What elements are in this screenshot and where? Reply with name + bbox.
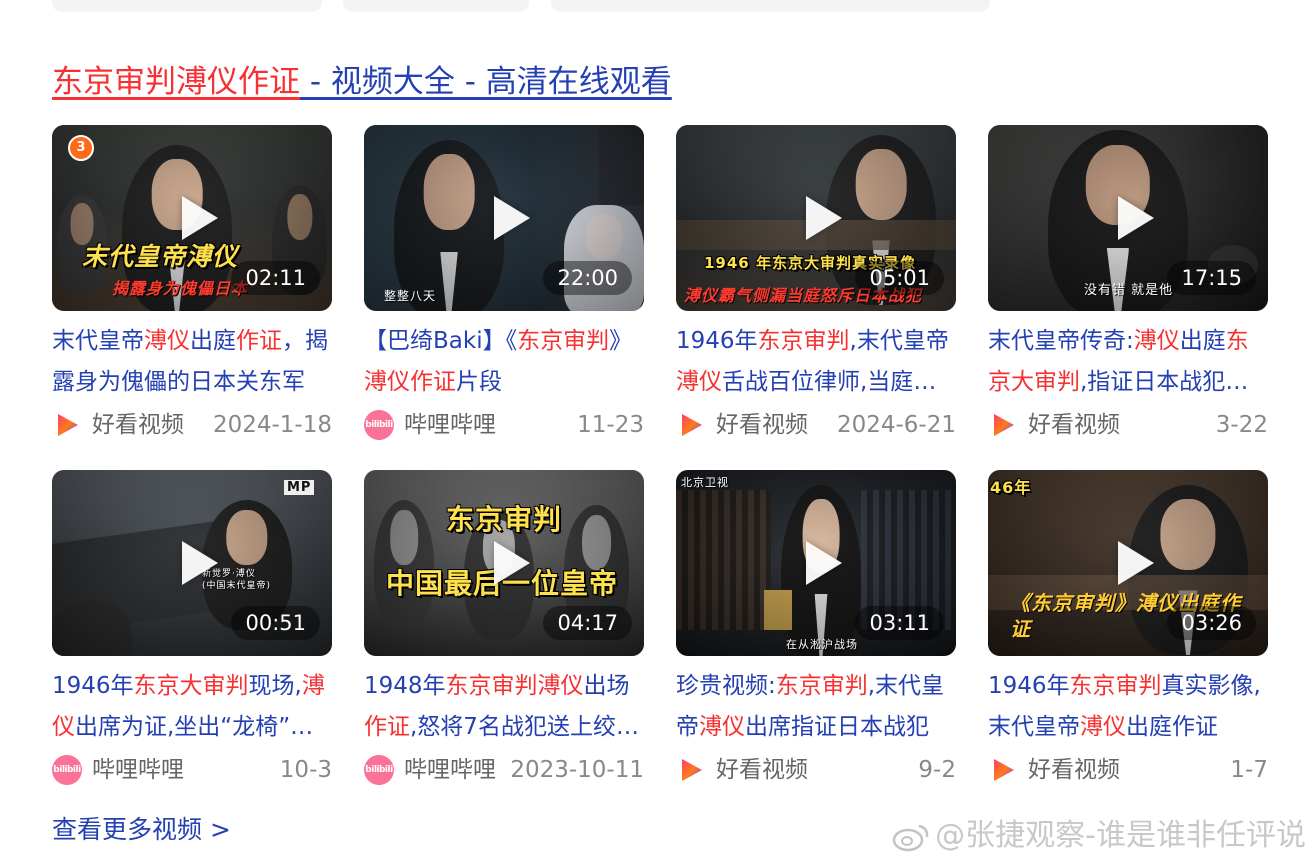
video-duration: 04:17 <box>543 606 632 640</box>
video-date: 10-3 <box>279 757 332 783</box>
thumbnail-caption-sub: 揭露身为傀儡日本 <box>112 279 249 298</box>
video-title-link[interactable]: 1946年东京大审判现场,溥仪出席为证,坐出“龙椅”的气势 <box>52 666 332 750</box>
result-title-rest: - 视频大全 - 高清在线观看 <box>300 64 672 100</box>
video-card[interactable]: 整整八天 22:00 【巴绮Baki】《东京审判》 溥仪作证片段 bilibil… <box>364 125 644 445</box>
bilibili-logo-icon: bilibili <box>364 410 394 440</box>
video-thumbnail[interactable]: 东京审判 中国最后一位皇帝 04:17 <box>364 470 644 656</box>
video-duration: 17:15 <box>1167 261 1256 295</box>
video-title-link[interactable]: 珍贵视频:东京审判,末代皇帝溥仪出席指证日本战犯 <box>676 666 956 750</box>
video-thumbnail[interactable]: 整整八天 22:00 <box>364 125 644 311</box>
video-date: 1-7 <box>1230 757 1268 783</box>
video-card[interactable]: 1946 年东京大审判真实录像 溥仪霸气侧漏当庭怒斥日本战犯 05:01 194… <box>676 125 956 445</box>
weibo-logo-icon <box>892 824 929 851</box>
thumbnail-caption: 北京卫视 <box>681 476 729 489</box>
play-icon[interactable] <box>1118 196 1154 240</box>
play-icon[interactable] <box>182 541 218 585</box>
video-source[interactable]: 哔哩哔哩 <box>404 751 496 789</box>
haokan-logo-icon <box>52 410 82 440</box>
play-icon[interactable] <box>494 196 530 240</box>
video-title-link[interactable]: 1946年东京审判真实影像,末代皇帝溥仪出庭作证 <box>988 666 1268 750</box>
video-thumbnail[interactable]: 1946 年东京大审判真实录像 溥仪霸气侧漏当庭怒斥日本战犯 05:01 <box>676 125 956 311</box>
video-date: 9-2 <box>918 757 956 783</box>
video-thumbnail[interactable]: 没有错 就是他 17:15 <box>988 125 1268 311</box>
video-thumbnail[interactable]: MP 新觉罗·溥仪 (中国末代皇帝) 00:51 <box>52 470 332 656</box>
video-source[interactable]: 好看视频 <box>92 406 184 444</box>
play-icon[interactable] <box>806 196 842 240</box>
video-duration: 02:11 <box>231 261 320 295</box>
bilibili-logo-icon: bilibili <box>52 755 82 785</box>
video-meta: bilibili 哔哩哔哩 2023-10-11 <box>364 751 644 787</box>
video-duration: 00:51 <box>231 606 320 640</box>
previous-tag[interactable] <box>52 0 322 12</box>
video-thumbnail[interactable]: 北京卫视 在从淞沪战场 03:11 <box>676 470 956 656</box>
thumbnail-caption: MP <box>284 480 315 495</box>
haokan-logo-icon <box>676 755 706 785</box>
video-grid: 3 末代皇帝溥仪 揭露身为傀儡日本 02:11 末代皇帝溥仪出庭作证，揭露身为傀… <box>52 125 1268 785</box>
thumbnail-caption: 整整八天 <box>384 289 437 303</box>
watermark-text: @张捷观察-谁是谁非任评说 <box>935 818 1306 853</box>
video-card[interactable]: MP 新觉罗·溥仪 (中国末代皇帝) 00:51 1946年东京大审判现场,溥仪… <box>52 470 332 790</box>
play-icon[interactable] <box>806 541 842 585</box>
video-thumbnail[interactable]: 46年 《东京审判》溥仪出庭作证 03:26 <box>988 470 1268 656</box>
haokan-logo-icon <box>988 410 1018 440</box>
result-title-link[interactable]: 东京审判溥仪作证 - 视频大全 - 高清在线观看 <box>52 60 672 104</box>
play-icon[interactable] <box>182 196 218 240</box>
video-duration: 22:00 <box>543 261 632 295</box>
video-date: 2023-10-11 <box>510 757 644 783</box>
video-source[interactable]: 好看视频 <box>716 751 808 789</box>
video-card[interactable]: 46年 《东京审判》溥仪出庭作证 03:26 1946年东京审判真实影像,末代皇… <box>988 470 1268 790</box>
video-meta: 好看视频 3-22 <box>988 406 1268 442</box>
previous-results-strip <box>0 0 1316 14</box>
thumbnail-caption: 东京审判 <box>446 503 563 536</box>
video-source[interactable]: 哔哩哔哩 <box>404 406 496 444</box>
video-source[interactable]: 哔哩哔哩 <box>92 751 184 789</box>
previous-tag[interactable] <box>343 0 529 12</box>
thumbnail-caption: 46年 <box>990 478 1032 497</box>
video-source[interactable]: 好看视频 <box>1028 406 1120 444</box>
video-title-link[interactable]: 末代皇帝溥仪出庭作证，揭露身为傀儡的日本关东军 <box>52 321 332 405</box>
play-icon[interactable] <box>1118 541 1154 585</box>
video-source[interactable]: 好看视频 <box>716 406 808 444</box>
watermark: @张捷观察-谁是谁非任评说 <box>891 810 1306 854</box>
video-card[interactable]: 没有错 就是他 17:15 末代皇帝传奇:溥仪出庭东京大审判,指证日本战犯罪行 … <box>988 125 1268 445</box>
haokan-logo-icon <box>676 410 706 440</box>
thumbnail-caption-sub: 在从淞沪战场 <box>786 638 858 651</box>
video-date: 11-23 <box>577 412 644 438</box>
video-date: 2024-6-21 <box>836 412 956 438</box>
video-meta: 好看视频 1-7 <box>988 751 1268 787</box>
video-duration: 03:26 <box>1167 606 1256 640</box>
video-source[interactable]: 好看视频 <box>1028 751 1120 789</box>
bilibili-logo-icon: bilibili <box>364 755 394 785</box>
video-card[interactable]: 北京卫视 在从淞沪战场 03:11 珍贵视频:东京审判,末代皇帝溥仪出席指证日本… <box>676 470 956 790</box>
video-title-link[interactable]: 【巴绮Baki】《东京审判》 溥仪作证片段 <box>364 321 644 405</box>
thumbnail-caption: 末代皇帝溥仪 <box>82 242 239 271</box>
play-icon[interactable] <box>494 541 530 585</box>
previous-tag[interactable] <box>551 0 990 12</box>
result-title-highlight: 东京审判溥仪作证 <box>52 64 300 100</box>
video-duration: 05:01 <box>855 261 944 295</box>
video-title-link[interactable]: 末代皇帝传奇:溥仪出庭东京大审判,指证日本战犯罪行 <box>988 321 1268 405</box>
video-date: 3-22 <box>1215 412 1268 438</box>
video-title-link[interactable]: 1948年东京审判溥仪出场作证,怒将7名战犯送上绞刑架 <box>364 666 644 750</box>
rank-badge: 3 <box>68 135 94 161</box>
video-card[interactable]: 东京审判 中国最后一位皇帝 04:17 1948年东京审判溥仪出场作证,怒将7名… <box>364 470 644 790</box>
video-date: 2024-1-18 <box>212 412 332 438</box>
video-duration: 03:11 <box>855 606 944 640</box>
thumbnail-caption: 没有错 就是他 <box>1084 283 1174 298</box>
video-meta: 好看视频 2024-1-18 <box>52 406 332 442</box>
video-title-link[interactable]: 1946年东京审判,末代皇帝溥仪舌战百位律师,当庭怒斥 <box>676 321 956 405</box>
video-meta: bilibili 哔哩哔哩 10-3 <box>52 751 332 787</box>
video-card[interactable]: 3 末代皇帝溥仪 揭露身为傀儡日本 02:11 末代皇帝溥仪出庭作证，揭露身为傀… <box>52 125 332 445</box>
video-meta: 好看视频 9-2 <box>676 751 956 787</box>
video-meta: 好看视频 2024-6-21 <box>676 406 956 442</box>
video-meta: bilibili 哔哩哔哩 11-23 <box>364 406 644 442</box>
more-videos-link[interactable]: 查看更多视频 > <box>52 810 231 846</box>
haokan-logo-icon <box>988 755 1018 785</box>
video-thumbnail[interactable]: 3 末代皇帝溥仪 揭露身为傀儡日本 02:11 <box>52 125 332 311</box>
